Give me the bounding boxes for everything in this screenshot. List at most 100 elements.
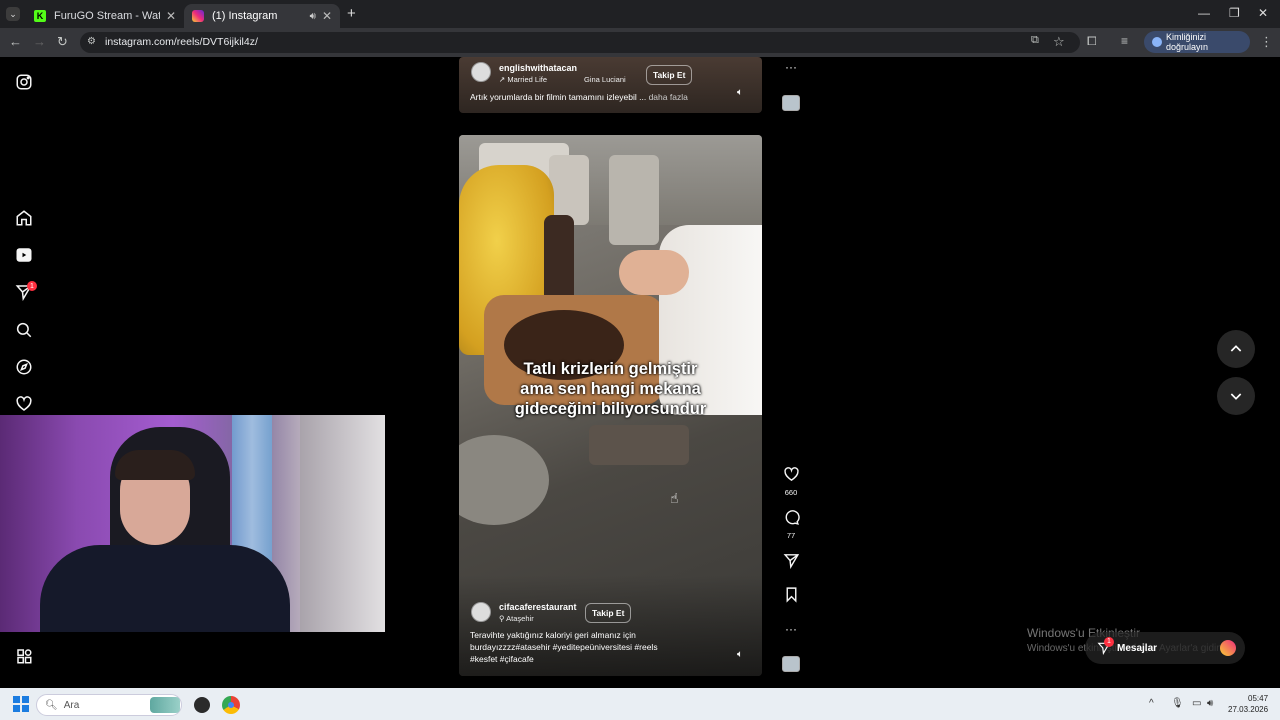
- tray-chevron-icon[interactable]: ^: [1149, 698, 1154, 709]
- forward-icon[interactable]: →: [33, 34, 46, 49]
- avatar[interactable]: [471, 602, 491, 622]
- comment-count: 77: [786, 531, 796, 540]
- messages-label: Mesajlar: [1117, 642, 1158, 654]
- kick-icon: K: [34, 10, 46, 22]
- reel-overlay-text: Tatlı krizlerin gelmiştir ama sen hangi …: [459, 359, 762, 419]
- widgets-icon[interactable]: [150, 697, 180, 713]
- like-count: 660: [784, 488, 798, 497]
- scene-plate-left: [459, 435, 549, 525]
- reel-caption: Artık yorumlarda bir filmin tamamını izl…: [470, 91, 688, 103]
- install-icon[interactable]: ⧉: [1031, 34, 1039, 47]
- like-button[interactable]: 660: [781, 466, 801, 497]
- location-label: Ataşehir: [506, 614, 534, 623]
- bookmark-star-icon[interactable]: ☆: [1053, 34, 1065, 50]
- obs-icon[interactable]: [194, 697, 210, 713]
- volume-icon[interactable]: 🔈︎: [737, 87, 743, 98]
- location-pin-icon: ⚲: [499, 614, 505, 623]
- webcam-overlay: [0, 415, 385, 632]
- home-icon[interactable]: [14, 208, 34, 228]
- reel-username[interactable]: cifacaferestaurant: [499, 602, 577, 612]
- close-tab-icon[interactable]: ✕: [322, 9, 332, 23]
- search-icon: 🔍︎: [45, 699, 58, 711]
- search-icon[interactable]: [14, 320, 34, 340]
- caption-line: burdayızzzz#atasehir #yeditepeüniversite…: [470, 642, 658, 652]
- audio-thumbnail[interactable]: [782, 95, 800, 111]
- microphone-icon[interactable]: 🎙︎: [1171, 698, 1184, 709]
- notification-badge: 1: [27, 281, 37, 291]
- extensions-icon[interactable]: ⧠: [1087, 34, 1097, 49]
- caption-line: #kesfet #çifacafe: [470, 654, 534, 664]
- audio-title: Married Life: [507, 75, 547, 84]
- reel-username[interactable]: englishwithatacan: [499, 63, 577, 73]
- windows-start-icon[interactable]: [13, 696, 29, 712]
- chevron-up-icon: [1230, 345, 1242, 352]
- profile-icon: [1152, 37, 1162, 47]
- windows-taskbar: [0, 688, 1280, 720]
- minimize-icon[interactable]: —: [1198, 6, 1210, 20]
- tab-instagram[interactable]: (1) Instagram 🔊︎ ✕: [184, 4, 340, 28]
- more-options-icon[interactable]: ···: [781, 622, 801, 636]
- back-icon[interactable]: ←: [9, 34, 22, 49]
- audio-info[interactable]: ↗ Married Life: [499, 75, 547, 84]
- close-window-icon[interactable]: ✕: [1258, 6, 1268, 20]
- scene-hand: [619, 250, 689, 295]
- verify-identity-button[interactable]: Kimliğinizi doğrulayın: [1144, 31, 1250, 53]
- tab-title: (1) Instagram: [212, 10, 278, 22]
- reel-card-previous[interactable]: englishwithatacan ↗ Married Life Gina Lu…: [459, 57, 762, 113]
- media-icon[interactable]: ≡: [1121, 34, 1128, 48]
- volume-icon[interactable]: 🔊︎: [1207, 698, 1213, 709]
- previous-reel-button[interactable]: [1217, 330, 1255, 368]
- scene-chocolate-bottle: [544, 215, 574, 305]
- speaker-icon[interactable]: 🔊︎: [310, 11, 316, 22]
- explore-icon[interactable]: [14, 357, 34, 377]
- comment-icon: [785, 510, 800, 525]
- tab-furugo-stream[interactable]: K FuruGO Stream - Watch Live on ✕: [26, 4, 184, 28]
- clock-time: 05:47: [1248, 694, 1269, 703]
- close-tab-icon[interactable]: ✕: [166, 9, 176, 23]
- reels-icon[interactable]: [14, 245, 34, 265]
- more-link[interactable]: daha fazla: [649, 92, 688, 102]
- follow-button[interactable]: Takip Et: [646, 65, 693, 85]
- tab-title: FuruGO Stream - Watch Live on: [54, 10, 160, 22]
- bookmark-icon: [786, 587, 796, 603]
- caption-text: Artık yorumlarda bir filmin tamamını izl…: [470, 92, 647, 102]
- reel-caption: Teravihte yaktığınız kaloriyi geri alman…: [470, 629, 658, 665]
- overlay-line: gideceğini biliyorsundur: [514, 400, 707, 418]
- more-options-icon[interactable]: ···: [781, 60, 801, 74]
- network-icon[interactable]: ▭: [1192, 698, 1201, 709]
- save-button[interactable]: [781, 586, 801, 608]
- caption-line: Teravihte yaktığınız kaloriyi geri alman…: [470, 630, 636, 640]
- menu-icon[interactable]: ⋮: [1260, 34, 1273, 50]
- restore-icon[interactable]: ❐: [1229, 6, 1240, 20]
- site-info-icon[interactable]: ⚙︎: [87, 36, 96, 47]
- next-reel-button[interactable]: [1217, 377, 1255, 415]
- location-info[interactable]: ⚲ Ataşehir: [499, 614, 534, 623]
- instagram-logo-icon[interactable]: [14, 72, 34, 92]
- more-icon[interactable]: [14, 646, 34, 666]
- volume-icon[interactable]: 🔈︎: [737, 649, 743, 660]
- notifications-icon[interactable]: [14, 394, 34, 414]
- avatar[interactable]: [471, 62, 491, 82]
- new-tab-button[interactable]: +: [347, 5, 356, 22]
- reload-icon[interactable]: ↻: [57, 34, 68, 50]
- share-button[interactable]: [781, 552, 801, 574]
- share-icon: [783, 554, 799, 570]
- instagram-icon: [192, 10, 204, 22]
- avatar[interactable]: [1220, 640, 1236, 656]
- url-text[interactable]: instagram.com/reels/DVT6ijkil4z/: [105, 36, 258, 48]
- scene-tray: [589, 425, 689, 465]
- system-clock[interactable]: 05:47 27.03.2026: [1228, 693, 1268, 715]
- audio-thumbnail[interactable]: [782, 656, 800, 672]
- tab-search-icon[interactable]: ⌄: [6, 7, 20, 21]
- chevron-down-icon: [1230, 393, 1242, 400]
- messages-badge: 1: [1104, 637, 1114, 647]
- scene-bottles: [609, 155, 659, 245]
- overlay-line: ama sen hangi mekana: [520, 380, 701, 398]
- reel-card-current[interactable]: Tatlı krizlerin gelmiştir ama sen hangi …: [459, 135, 762, 676]
- overlay-line: Tatlı krizlerin gelmiştir: [523, 360, 698, 378]
- browser-tab-bar: ⌄ K FuruGO Stream - Watch Live on ✕ (1) …: [0, 0, 1280, 28]
- comment-button[interactable]: 77: [781, 509, 801, 540]
- audio-artist: Gina Luciani: [584, 75, 626, 84]
- follow-button[interactable]: Takip Et: [585, 603, 632, 623]
- search-placeholder: Ara: [63, 699, 80, 711]
